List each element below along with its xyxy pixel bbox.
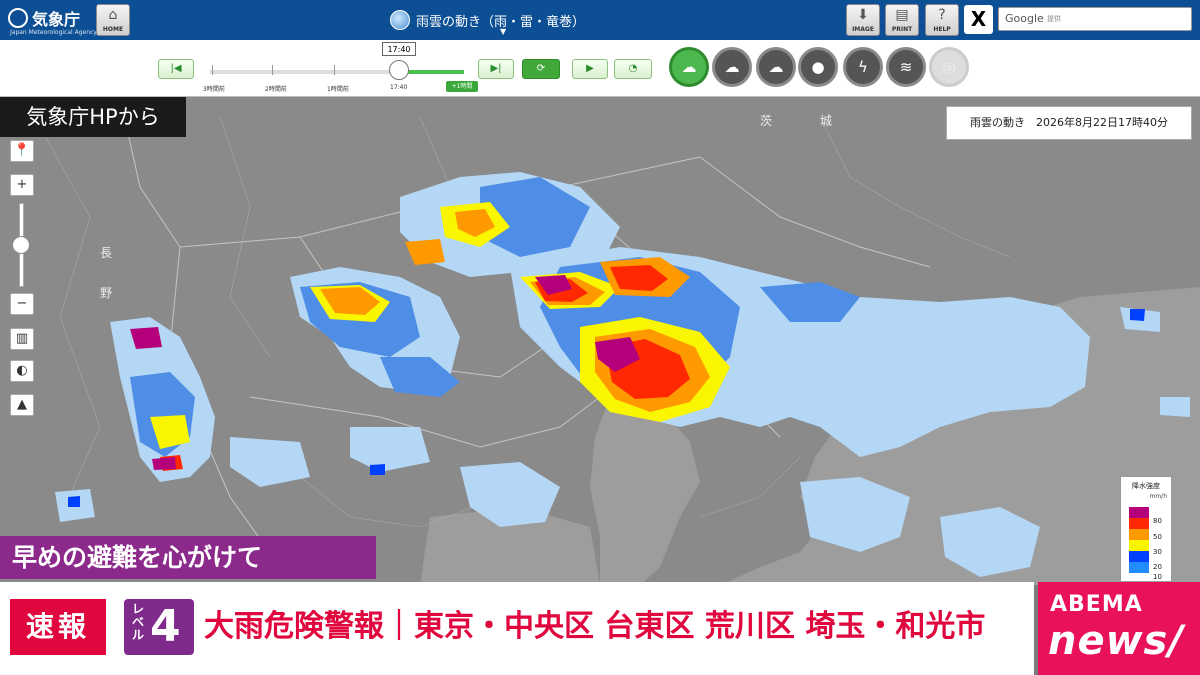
legend-unit: mm/h [1149, 493, 1167, 500]
x-share-button[interactable]: X [964, 5, 993, 34]
image-button[interactable]: ⬇ IMAGE [846, 4, 880, 36]
radar-map-graphic: 長 野 茨 城 [0, 97, 1200, 585]
help-button[interactable]: ? HELP [925, 4, 959, 36]
place-label: 城 [820, 114, 832, 128]
source-caption: 気象庁HPから [0, 97, 186, 137]
refresh-icon: ⟳ [536, 63, 546, 74]
water-drop-icon: ◐ [16, 363, 28, 378]
brand-top: ABEMA [1050, 592, 1143, 617]
refresh-button[interactable]: ⟳ [522, 59, 560, 79]
google-suffix: 提供 [1047, 15, 1061, 23]
skip-last-icon: ▶| [490, 63, 502, 74]
legend-swatch-50 [1129, 518, 1149, 529]
water-drop-button[interactable]: ◐ [10, 360, 34, 382]
level-number: 4 [150, 601, 181, 652]
radar-map[interactable]: 長 野 茨 城 [0, 97, 1200, 585]
home-label: HOME [102, 26, 124, 33]
legend-swatch-30 [1129, 529, 1149, 540]
time-label: 1時間前 [327, 86, 349, 93]
play-button[interactable]: ▶ [572, 59, 608, 79]
wind-icon[interactable]: ≋ [886, 47, 926, 87]
legend-value: 30 [1153, 548, 1162, 556]
slider-tick [212, 65, 213, 75]
help-label: HELP [933, 26, 951, 33]
mountain-icon: ▲ [17, 397, 27, 412]
legend-value: 80 [1153, 517, 1162, 525]
lightning-icon[interactable]: ϟ [843, 47, 883, 87]
current-time-bubble: 17:40 [382, 42, 416, 56]
question-icon: ? [938, 7, 946, 23]
download-icon: ⬇ [857, 7, 869, 23]
home-icon: ⌂ [108, 7, 118, 23]
printer-icon: ▤ [895, 7, 909, 23]
legend-title: 降水強度 [1132, 482, 1160, 490]
legend-swatch-80 [1129, 507, 1149, 518]
advice-banner: 早めの避難を心がけて [0, 536, 376, 579]
alert-text: 大雨危険警報｜東京・中央区 台東区 荒川区 埼玉・和光市 [204, 609, 986, 644]
time-slider-knob[interactable] [389, 60, 409, 80]
agency-name: 気象庁 [32, 10, 81, 29]
play-icon: ▶ [586, 63, 594, 74]
news-watermark: NEWS [8, 44, 110, 77]
print-label: PRINT [891, 26, 913, 33]
legend-value: 50 [1153, 533, 1162, 541]
minus-icon: − [16, 296, 28, 311]
breaking-news-tag: 速報 [10, 599, 106, 655]
print-button[interactable]: ▤ PRINT [885, 4, 919, 36]
place-label: 茨 [760, 114, 772, 128]
speedometer-icon: ◔ [628, 63, 638, 74]
jma-logo[interactable]: 気象庁 Japan Meteorological Agency [6, 4, 97, 36]
skip-last-button[interactable]: ▶| [478, 59, 514, 79]
speed-button[interactable]: ◔ [614, 59, 652, 79]
place-label: 長 [100, 246, 112, 260]
home-button[interactable]: ⌂ HOME [96, 4, 130, 36]
jma-logo-icon [8, 8, 28, 28]
thunder-cloud-icon[interactable]: ☁ [712, 47, 752, 87]
slider-tick [334, 65, 335, 75]
map-timestamp: 雨雲の動き 2026年8月22日17時40分 [946, 106, 1192, 140]
chevron-down-icon[interactable]: ▼ [500, 27, 506, 36]
precipitation-legend: 降水強度 mm/h 80 50 30 20 10 [1120, 476, 1172, 582]
globe-icon [390, 10, 410, 30]
disabled-layer-icon: ◎ [929, 47, 969, 87]
slider-tick [272, 65, 273, 75]
rain-cloud-icon[interactable]: ☁ [669, 47, 709, 87]
legend-swatch-10 [1129, 551, 1149, 562]
terrain-button[interactable]: ▲ [10, 394, 34, 416]
google-brand: Google [1005, 12, 1044, 25]
time-label: 17:40 [390, 84, 408, 91]
legend-swatch-5 [1129, 562, 1149, 573]
plus-icon: + [16, 177, 28, 192]
skip-first-icon: |◀ [170, 63, 182, 74]
legend-value: 10 [1153, 573, 1162, 581]
level-label: レベル [131, 602, 144, 642]
time-label: 3時間前 [203, 86, 225, 93]
skip-first-button[interactable]: |◀ [158, 59, 194, 79]
location-pin-icon: 📍 [13, 143, 31, 158]
image-label: IMAGE [852, 26, 874, 33]
zoom-in-button[interactable]: + [10, 174, 34, 196]
zoom-out-button[interactable]: − [10, 293, 34, 315]
forecast-label: +1時間 [446, 81, 478, 92]
map-icon: ▥ [15, 331, 29, 346]
legend-swatch-20 [1129, 540, 1149, 551]
place-label: 野 [100, 286, 112, 300]
legend-value: 20 [1153, 563, 1162, 571]
tornado-icon[interactable]: ☁ [756, 47, 796, 87]
location-pin-button[interactable]: 📍 [10, 140, 34, 162]
forecast-slider-fill [400, 70, 464, 74]
rain-drop-icon[interactable]: ● [798, 47, 838, 87]
agency-name-en: Japan Meteorological Agency [10, 29, 97, 36]
zoom-slider-knob[interactable] [12, 236, 30, 254]
abema-news-logo: ABEMA news/ [1038, 582, 1200, 675]
google-search-input[interactable]: Google 提供 [998, 7, 1192, 31]
map-layer-button[interactable]: ▥ [10, 328, 34, 350]
brand-bottom: news/ [1048, 618, 1184, 664]
time-label: 2時間前 [265, 86, 287, 93]
alert-level-badge: レベル 4 [124, 599, 194, 655]
